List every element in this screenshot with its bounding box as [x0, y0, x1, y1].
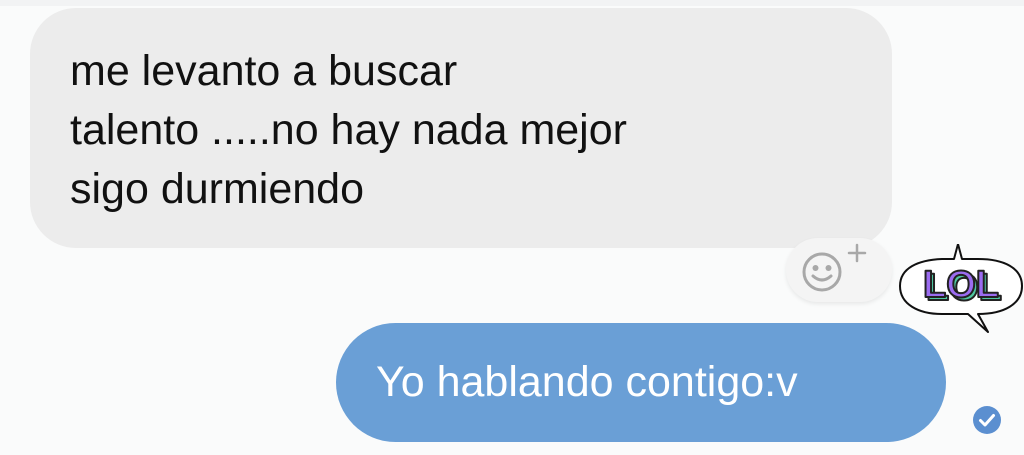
incoming-message-bubble[interactable]: me levanto a buscar talento .....no hay …	[30, 8, 892, 248]
plus-icon	[847, 243, 867, 263]
lol-sticker: LOL LOL	[899, 244, 1023, 333]
smiley-icon	[802, 252, 842, 292]
message-line: talento .....no hay nada mejor	[70, 106, 627, 154]
top-strip	[0, 0, 1024, 6]
outgoing-message-text: Yo hablando contigo:v	[376, 358, 798, 406]
message-line: sigo durmiendo	[70, 165, 365, 213]
message-line: me levanto a buscar	[70, 47, 458, 95]
sticker-text: LOL	[923, 264, 999, 306]
outgoing-message-bubble[interactable]: Yo hablando contigo:v	[336, 323, 946, 442]
add-reaction-button[interactable]	[786, 238, 892, 302]
read-check-icon	[973, 406, 1001, 434]
